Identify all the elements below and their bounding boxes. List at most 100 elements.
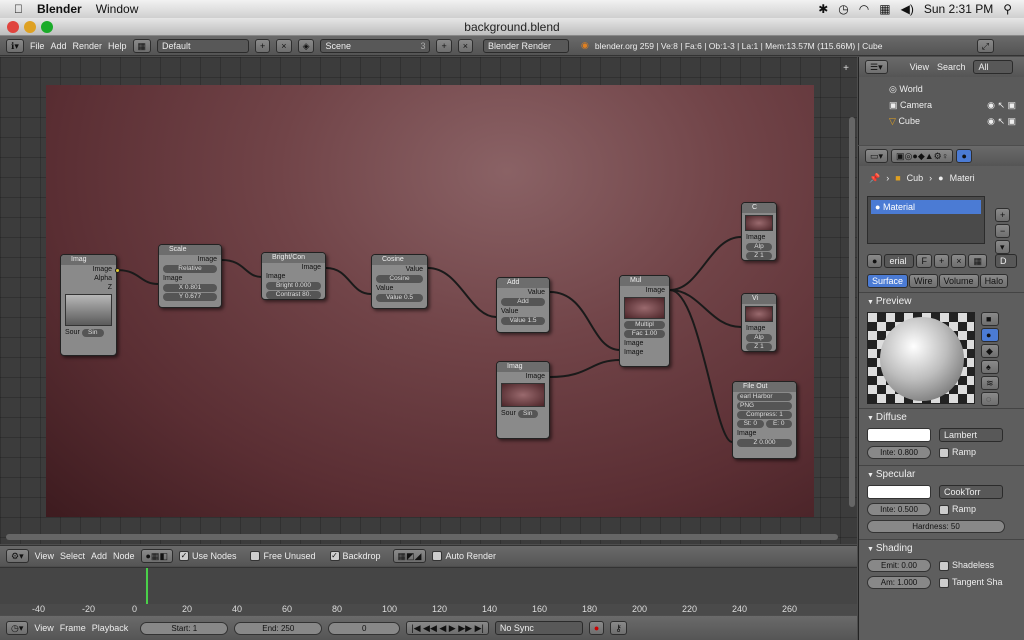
current-frame-field[interactable]: 0 xyxy=(328,621,401,635)
contrast-field[interactable]: Contrast 80. xyxy=(266,291,321,299)
outliner-item-cube[interactable]: ▽ Cube ◉ ↖ ▣ xyxy=(889,113,1024,129)
node-tree-type-icon[interactable]: ●▦◧ xyxy=(140,549,173,563)
app-menu[interactable]: Blender xyxy=(37,2,82,16)
layout-remove-icon[interactable]: × xyxy=(276,38,292,53)
scene-remove-icon[interactable]: × xyxy=(457,38,474,53)
view-menu[interactable]: View xyxy=(34,623,53,633)
editor-type-icon[interactable]: ℹ▾ xyxy=(6,38,24,53)
scale-y-field[interactable]: Y 0.677 xyxy=(163,293,217,301)
end-frame-field[interactable]: End: 250 xyxy=(234,621,323,635)
image-thumbnail[interactable] xyxy=(65,294,112,326)
preview-cube-icon[interactable]: ◆ xyxy=(981,344,999,358)
render-engine-select[interactable]: Blender Render xyxy=(483,38,570,53)
material-slot-list[interactable]: ● Material xyxy=(867,196,985,244)
pin-icon[interactable]: 📌 xyxy=(869,173,880,184)
image-node-1[interactable]: Imag Image Alpha Z Sour Sin xyxy=(60,254,117,356)
scene-icon[interactable]: ◈ xyxy=(297,38,315,53)
viewer-node[interactable]: Vi Image Alp Z 1 xyxy=(741,293,777,352)
shading-panel-header[interactable]: Shading xyxy=(859,539,1024,557)
node-menu[interactable]: Node xyxy=(113,551,135,561)
editor-type-icon[interactable]: ⚙▾ xyxy=(6,549,29,563)
shadeless-checkbox[interactable]: Shadeless xyxy=(939,560,994,571)
image-source-row[interactable]: Sour Sin xyxy=(61,328,116,337)
horizontal-scrollbar[interactable] xyxy=(6,534,838,540)
specular-shader-select[interactable]: CookTorr xyxy=(939,485,1003,499)
z-field[interactable]: Z 0.000 xyxy=(737,439,792,447)
image-node-2[interactable]: Imag Image Sour Sin xyxy=(496,361,550,439)
material-add-icon[interactable]: + xyxy=(933,254,950,268)
playback-menu[interactable]: Playback xyxy=(92,623,129,633)
preview-flat-icon[interactable]: ■ xyxy=(981,312,999,326)
scene-field[interactable]: Scene 3 xyxy=(320,38,431,53)
end-field[interactable]: E: 0 xyxy=(765,420,792,428)
timeline-track[interactable] xyxy=(0,568,857,604)
fullscreen-icon[interactable]: ⤢ xyxy=(976,38,994,53)
scene-add-icon[interactable]: + xyxy=(436,38,452,53)
current-frame-line[interactable] xyxy=(146,568,148,604)
file-menu[interactable]: File xyxy=(30,41,45,51)
context-tabs-icon[interactable]: ▣◎●◆▲⚙♀ xyxy=(891,149,954,163)
scale-node[interactable]: Scale Image Relative Image X 0.801 Y 0.6… xyxy=(158,244,222,308)
z-field[interactable]: Z 1 xyxy=(746,252,772,260)
layout-add-icon[interactable]: + xyxy=(255,38,271,53)
composite-node[interactable]: C Image Alp Z 1 xyxy=(741,202,777,261)
editor-type-icon[interactable]: ◷▾ xyxy=(6,621,29,635)
bright-contrast-node[interactable]: Bright/Con Image Image Bright 0.000 Cont… xyxy=(261,252,326,300)
layout-icon[interactable]: ▦ xyxy=(132,38,152,53)
add-menu[interactable]: Add xyxy=(50,41,66,51)
outliner-item-world[interactable]: ◎ World xyxy=(889,81,1024,97)
hardness-field[interactable]: Hardness: 50 xyxy=(867,520,1005,533)
diffuse-shader-select[interactable]: Lambert xyxy=(939,428,1003,442)
diffuse-ramp-checkbox[interactable]: Ramp xyxy=(939,447,976,458)
nodes-toggle-icon[interactable]: ▦ xyxy=(968,254,987,268)
specular-intensity-field[interactable]: Inte: 0.500 xyxy=(867,503,931,516)
wifi-icon[interactable]: ◠ xyxy=(859,2,869,16)
math-mode-select[interactable]: Cosine xyxy=(376,275,423,283)
add-node[interactable]: Add Value Add Value Value 1.5 xyxy=(496,277,550,333)
close-window-icon[interactable] xyxy=(7,21,19,33)
alpha-field[interactable]: Alp xyxy=(746,334,772,342)
data-link-select[interactable]: D xyxy=(994,254,1017,268)
record-icon[interactable]: ● xyxy=(588,621,605,635)
breadcrumb-material[interactable]: Materi xyxy=(950,173,975,183)
preview-monkey-icon[interactable]: ♠ xyxy=(981,360,999,374)
render-menu[interactable]: Render xyxy=(72,41,102,51)
volume-icon[interactable]: ◀) xyxy=(901,2,914,16)
playback-controls-icon[interactable]: |◀ ◀◀ ◀ ▶ ▶▶ ▶| xyxy=(406,621,489,635)
scale-mode-select[interactable]: Relative xyxy=(163,265,217,273)
value-field[interactable]: Value 1.5 xyxy=(501,317,545,325)
diffuse-panel-header[interactable]: Diffuse xyxy=(859,408,1024,426)
start-frame-field[interactable]: Start: 1 xyxy=(140,621,229,635)
clock[interactable]: Sun 2:31 PM xyxy=(924,2,993,16)
breadcrumb-object[interactable]: Cub xyxy=(907,173,924,183)
flag-icon[interactable]: ▦ xyxy=(879,2,890,16)
alpha-field[interactable]: Alp xyxy=(746,243,772,251)
material-unlink-icon[interactable]: × xyxy=(951,254,967,268)
preview-sphere-icon[interactable]: ● xyxy=(981,328,999,342)
file-output-node[interactable]: File Out earl Harbor PNG Compress: 1 St:… xyxy=(732,381,797,459)
diffuse-color-swatch[interactable] xyxy=(867,428,931,442)
select-menu[interactable]: Select xyxy=(60,551,85,561)
view-menu[interactable]: View xyxy=(35,551,54,561)
backdrop-channels-icon[interactable]: ▦◩◢ xyxy=(392,549,427,563)
zoom-window-icon[interactable] xyxy=(41,21,53,33)
use-nodes-checkbox[interactable]: ✓ Use Nodes xyxy=(178,551,236,562)
free-unused-checkbox[interactable]: Free Unused xyxy=(250,551,316,562)
frame-menu[interactable]: Frame xyxy=(60,623,86,633)
tab-wire[interactable]: Wire xyxy=(909,274,938,288)
search-menu[interactable]: Search xyxy=(937,62,966,72)
tab-volume[interactable]: Volume xyxy=(938,274,979,288)
start-field[interactable]: St: 0 xyxy=(737,420,764,428)
outliner[interactable]: ☰▾ View Search All Scene ◎ World ▣ Camer… xyxy=(858,57,1024,145)
source-value[interactable]: Sin xyxy=(517,410,538,418)
node-editor[interactable]: + Imag Image Alpha Z Sour Sin Scale Imag… xyxy=(0,57,857,544)
math-mode-select[interactable]: Add xyxy=(501,298,545,306)
source-value[interactable]: Sin xyxy=(81,329,104,337)
mix-multiply-node[interactable]: Mul Image Multipl Fac 1.00 Image Image xyxy=(619,275,670,367)
specular-ramp-checkbox[interactable]: Ramp xyxy=(939,504,976,515)
add-menu[interactable]: Add xyxy=(91,551,107,561)
tangent-shading-checkbox[interactable]: Tangent Sha xyxy=(939,577,1003,588)
specular-panel-header[interactable]: Specular xyxy=(859,465,1024,483)
timemachine-icon[interactable]: ◷ xyxy=(838,2,848,16)
help-menu[interactable]: Help xyxy=(108,41,127,51)
